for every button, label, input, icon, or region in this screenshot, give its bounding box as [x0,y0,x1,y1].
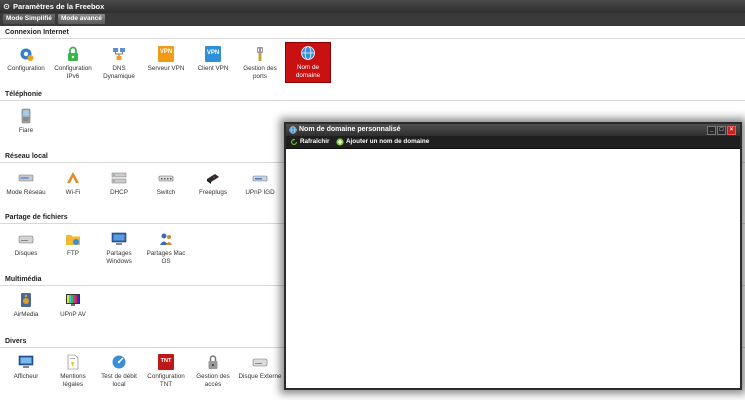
airmedia-icon [21,293,31,307]
legal-icon [67,354,79,370]
item-freeplugs[interactable]: Freeplugs [191,170,235,197]
tab-mode-simplifie[interactable]: Mode Simplifié [3,14,55,24]
item-partages-windows[interactable]: Partages Windows [97,231,141,265]
maximize-button[interactable]: □ [717,126,726,135]
phone-icon [21,108,31,124]
ports-icon [257,47,263,61]
item-dns-dynamique[interactable]: DNS Dynamique [97,46,141,80]
globe-icon [301,46,315,60]
item-disques[interactable]: Disques [4,231,48,258]
mode-bar: Mode Simplifié Mode avancé [0,13,745,26]
item-mentions-legales[interactable]: Mentions légales [51,354,95,388]
freeplug-icon [207,174,219,184]
item-gestion-des-ports[interactable]: Gestion des ports [238,46,282,80]
item-upnp-igd[interactable]: UPnP IGD [238,170,282,197]
speedtest-icon [112,355,126,369]
refresh-button[interactable]: Rafraîchir [290,138,336,146]
section-title-connexion: Connexion Internet [5,29,69,36]
item-wifi[interactable]: Wi-Fi [51,170,95,197]
windows-share-icon [111,232,127,245]
item-gestion-des-acces[interactable]: Gestion des accès [191,354,235,388]
gear-icon [20,48,34,61]
window-title: Paramètres de la Freebox [13,2,105,11]
section-title-multimedia: Multimédia [5,276,42,283]
section-divider [0,100,745,101]
section-title-divers: Divers [5,338,27,345]
ipv6-icon [68,46,78,61]
item-nom-de-domaine[interactable]: Nom de domaine [285,42,331,83]
section-title-partage: Partage de fichiers [5,214,68,221]
mac-share-icon [160,233,172,245]
globe-icon [289,126,297,134]
item-configuration[interactable]: Configuration [4,46,48,73]
item-fiare[interactable]: Fiare [4,108,48,135]
item-disque-externe[interactable]: Disque Externe [238,354,282,381]
disk-icon [18,235,34,244]
item-ftp[interactable]: FTP [51,231,95,258]
section-title-reseau: Réseau local [5,153,48,160]
folder-icon [66,235,80,245]
dhcp-icon [111,172,127,184]
item-mode-reseau[interactable]: Mode Réseau [4,170,48,197]
upnp-igd-icon [252,175,268,182]
external-disk-icon [252,358,268,367]
dialog-content-area [286,149,740,388]
item-airmedia[interactable]: AirMedia [4,292,48,319]
upnp-av-icon [66,294,80,306]
vpn-client-icon: VPN [205,46,221,62]
dns-icon [113,48,125,60]
item-upnp-av[interactable]: UPnP AV [51,292,95,319]
window-titlebar: Paramètres de la Freebox [0,0,745,13]
item-serveur-vpn[interactable]: VPN Serveur VPN [144,46,188,73]
add-domain-button[interactable]: Ajouter un nom de domaine [336,138,436,146]
dialog-toolbar: Rafraîchir Ajouter un nom de domaine [286,136,740,149]
minimize-button[interactable]: _ [707,126,716,135]
item-switch[interactable]: Switch [144,170,188,197]
item-configuration-tnt[interactable]: TNT Configuration TNT [144,354,188,388]
refresh-icon [291,138,297,145]
tnt-icon: TNT [158,354,174,370]
switch-icon [158,175,174,182]
dialog-title: Nom de domaine personnalisé [299,126,401,133]
tab-mode-avance[interactable]: Mode avancé [58,14,105,24]
wifi-icon [67,172,79,183]
dialog-titlebar[interactable]: Nom de domaine personnalisé _ □ × [286,124,740,136]
item-configuration-ipv6[interactable]: Configuration IPv6 [51,46,95,80]
item-dhcp[interactable]: DHCP [97,170,141,197]
section-title-telephonie: Téléphonie [5,91,42,98]
item-partages-mac-os[interactable]: Partages Mac OS [144,231,188,265]
item-client-vpn[interactable]: VPN Client VPN [191,46,235,73]
close-button[interactable]: × [727,126,736,135]
item-afficheur[interactable]: Afficheur [4,354,48,381]
section-divider [0,38,745,39]
network-mode-icon [18,174,34,182]
settings-icon [3,3,10,10]
lock-icon [208,355,218,369]
monitor-icon [18,355,34,368]
item-test-de-debit[interactable]: Test de débit local [97,354,141,388]
domain-name-dialog: Nom de domaine personnalisé _ □ × Rafraî… [284,122,742,390]
vpn-server-icon: VPN [158,46,174,62]
add-icon [336,138,344,146]
